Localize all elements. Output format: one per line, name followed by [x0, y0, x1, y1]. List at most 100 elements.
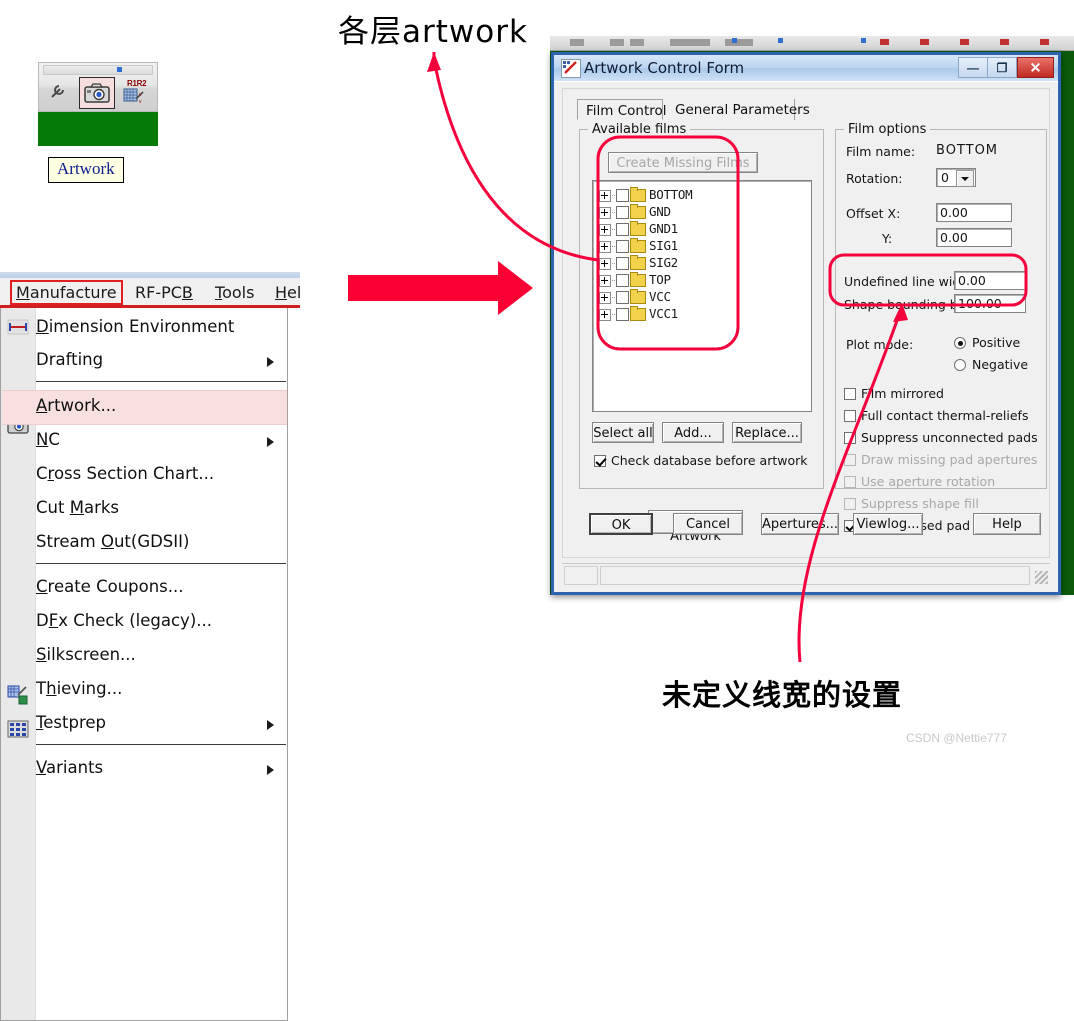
menu-item-variants[interactable]: Variants: [36, 753, 286, 786]
film-mirrored-checkbox[interactable]: Film mirrored: [844, 385, 944, 403]
film-list-item[interactable]: VCC: [599, 289, 799, 305]
menu-item-drafting[interactable]: Drafting: [36, 345, 286, 378]
radio-label: Negative: [972, 357, 1029, 372]
menu-item-artwork[interactable]: Artwork...: [2, 390, 287, 425]
checkbox-box[interactable]: [594, 455, 606, 467]
film-list-item[interactable]: GND: [599, 204, 799, 220]
button-label: OK: [611, 518, 631, 533]
resize-grip[interactable]: [1035, 571, 1048, 584]
menu-item-nc[interactable]: NC: [36, 425, 286, 458]
radio-button[interactable]: [954, 359, 966, 371]
folder-icon: [630, 289, 646, 304]
close-icon: ✕: [1029, 59, 1042, 75]
radio-button[interactable]: [954, 337, 966, 349]
expand-icon[interactable]: [599, 190, 611, 202]
film-checkbox[interactable]: [616, 257, 629, 270]
rotation-value: 0: [941, 170, 949, 185]
menu-item-cross-section-chart[interactable]: Cross Section Chart...: [36, 459, 286, 492]
shape-bounding-box-input[interactable]: 100.00: [954, 294, 1026, 313]
create-missing-films-button[interactable]: Create Missing Films: [608, 152, 758, 173]
film-name-value: BOTTOM: [936, 143, 999, 158]
chevron-down-icon[interactable]: [956, 170, 974, 187]
menu-item-label: Variants: [36, 758, 104, 777]
film-checkbox[interactable]: [616, 274, 629, 287]
close-button[interactable]: ✕: [1017, 57, 1054, 78]
add-button[interactable]: Add...: [662, 422, 724, 443]
tab-film-control[interactable]: Film Control: [577, 99, 667, 120]
film-options-group: Film options Film name: BOTTOM Rotation:…: [835, 122, 1047, 533]
menu-separator: [36, 563, 286, 564]
statusbar-cell-left: [564, 566, 598, 585]
film-list-item[interactable]: VCC1: [599, 306, 799, 322]
tab-label: Film Control: [586, 103, 667, 119]
film-checkbox[interactable]: [616, 223, 629, 236]
menubar-item-help[interactable]: Hel: [270, 281, 306, 304]
menu-separator: [36, 381, 286, 382]
apertures-button[interactable]: Apertures...: [761, 513, 839, 535]
film-list-item[interactable]: SIG1: [599, 238, 799, 254]
offset-x-input[interactable]: 0.00: [936, 203, 1012, 222]
menu-item-create-coupons[interactable]: Create Coupons...: [36, 572, 286, 605]
film-name: TOP: [649, 272, 671, 287]
artwork-camera-button[interactable]: [79, 77, 115, 109]
minimize-button[interactable]: —: [958, 57, 988, 78]
expand-icon[interactable]: [599, 309, 611, 321]
film-checkbox[interactable]: [616, 308, 629, 321]
expand-icon[interactable]: [599, 275, 611, 287]
select-all-button[interactable]: Select all: [592, 422, 654, 443]
offset-y-input[interactable]: 0.00: [936, 228, 1012, 247]
expand-icon[interactable]: [599, 258, 611, 270]
checkbox-box[interactable]: [844, 410, 856, 422]
tab-general-parameters[interactable]: General Parameters: [667, 99, 810, 120]
expand-icon[interactable]: [599, 224, 611, 236]
replace-button[interactable]: Replace...: [732, 422, 802, 443]
film-checkbox[interactable]: [616, 240, 629, 253]
menu-item-cut-marks[interactable]: Cut Marks: [36, 493, 286, 526]
film-checkbox[interactable]: [616, 291, 629, 304]
menu-item-dimension-environment[interactable]: Dimension Environment: [36, 312, 286, 345]
undefined-line-width-input[interactable]: 0.00: [954, 271, 1026, 290]
film-checkbox[interactable]: [616, 189, 629, 202]
help-button[interactable]: Help: [973, 513, 1041, 535]
menu-item-silkscreen[interactable]: Silkscreen...: [36, 640, 286, 673]
ok-button[interactable]: OK: [589, 513, 653, 535]
menu-item-label: Dimension Environment: [36, 317, 235, 336]
menubar-item-rf-pcb[interactable]: RF-PCB: [130, 281, 198, 304]
viewlog-button[interactable]: Viewlog...: [853, 513, 923, 535]
suppress-unconnected-pads-checkbox[interactable]: Suppress unconnected pads: [844, 429, 1038, 447]
film-list-item[interactable]: SIG2: [599, 255, 799, 271]
expand-icon[interactable]: [599, 292, 611, 304]
cancel-button[interactable]: Cancel: [673, 513, 743, 535]
menubar-item-tools[interactable]: Tools: [210, 281, 259, 304]
maximize-button[interactable]: ❐: [987, 57, 1017, 78]
full-contact-thermal-reliefs-checkbox[interactable]: Full contact thermal-reliefs: [844, 407, 1028, 425]
available-films-legend: Available films: [588, 122, 691, 137]
menu-item-dfx-check[interactable]: DFx Check (legacy)...: [36, 606, 286, 639]
expand-icon[interactable]: [599, 241, 611, 253]
statusbar-cell-main: [600, 566, 1030, 585]
film-list-item[interactable]: BOTTOM: [599, 187, 799, 203]
expand-icon[interactable]: [599, 207, 611, 219]
rotation-dropdown[interactable]: 0: [936, 168, 976, 187]
menu-item-testprep[interactable]: Testprep: [36, 708, 286, 741]
film-name: SIG1: [649, 238, 678, 253]
checkbox-box[interactable]: [844, 388, 856, 400]
dialog-titlebar[interactable]: Artwork Control Form — ❐ ✕: [554, 55, 1058, 81]
checkbox-label: Use aperture rotation: [861, 474, 996, 489]
checkbox-box[interactable]: [844, 432, 856, 444]
menu-item-thieving[interactable]: Thieving...: [36, 674, 286, 707]
available-films-list[interactable]: BOTTOM GND GND1 SIG1 SIG2 TOP VCC VCC1: [592, 180, 812, 412]
folder-icon: [630, 204, 646, 219]
checkbox-box: [844, 476, 856, 488]
wrench-icon[interactable]: [41, 77, 75, 107]
check-database-before-artwork-checkbox[interactable]: Check database before artwork: [594, 452, 808, 470]
menubar-item-manufacture[interactable]: Manufacture: [10, 280, 123, 305]
film-checkbox[interactable]: [616, 206, 629, 219]
film-list-item[interactable]: GND1: [599, 221, 799, 237]
artwork-toolbar-snippet[interactable]: v v R1R2: [38, 62, 158, 112]
film-list-item[interactable]: TOP: [599, 272, 799, 288]
menu-item-label: Drafting: [36, 350, 104, 369]
menu-item-stream-out[interactable]: Stream Out(GDSII): [36, 527, 286, 560]
chevron-right-icon: [267, 357, 274, 367]
film-options-legend: Film options: [844, 122, 931, 137]
